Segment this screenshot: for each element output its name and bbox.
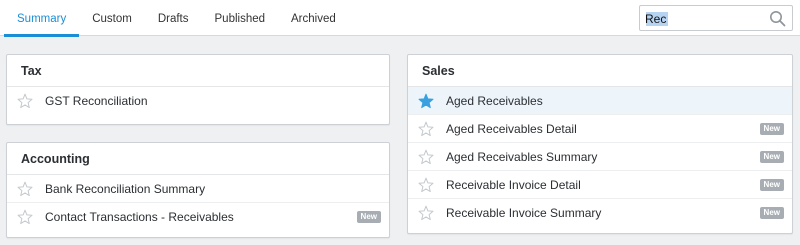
tab-published[interactable]: Published bbox=[202, 0, 279, 36]
report-link[interactable]: Bank Reconciliation Summary bbox=[45, 175, 205, 203]
report-link[interactable]: Aged Receivables Summary bbox=[446, 143, 597, 171]
panel-title: Accounting bbox=[7, 143, 389, 175]
new-badge: New bbox=[759, 179, 784, 191]
new-badge: New bbox=[759, 123, 784, 135]
tax-panel: Tax GST Reconciliation bbox=[6, 54, 390, 125]
report-link[interactable]: Contact Transactions - Receivables bbox=[45, 203, 234, 231]
report-row[interactable]: GST Reconciliation bbox=[7, 87, 389, 115]
star-outline-icon[interactable] bbox=[418, 121, 434, 137]
search-input[interactable] bbox=[645, 10, 765, 27]
top-tab-bar: Summary Custom Drafts Published Archived bbox=[0, 0, 800, 37]
tab-summary[interactable]: Summary bbox=[0, 0, 80, 37]
star-outline-icon[interactable] bbox=[418, 205, 434, 221]
new-badge: New bbox=[759, 207, 784, 219]
tab-custom[interactable]: Custom bbox=[79, 0, 145, 36]
report-link[interactable]: Receivable Invoice Summary bbox=[446, 199, 601, 227]
tab-drafts[interactable]: Drafts bbox=[145, 0, 202, 36]
report-row[interactable]: Aged Receivables Summary New bbox=[408, 143, 792, 171]
report-link[interactable]: GST Reconciliation bbox=[45, 87, 148, 115]
report-row[interactable]: Aged Receivables bbox=[408, 87, 792, 115]
star-outline-icon[interactable] bbox=[17, 181, 33, 197]
accounting-panel: Accounting Bank Reconciliation Summary Co… bbox=[6, 142, 390, 238]
star-outline-icon[interactable] bbox=[418, 177, 434, 193]
search-box bbox=[639, 5, 793, 31]
report-row[interactable]: Aged Receivables Detail New bbox=[408, 115, 792, 143]
report-row[interactable]: Receivable Invoice Detail New bbox=[408, 171, 792, 199]
new-badge: New bbox=[759, 151, 784, 163]
report-link[interactable]: Aged Receivables Detail bbox=[446, 115, 577, 143]
star-outline-icon[interactable] bbox=[17, 93, 33, 109]
magnifier-icon[interactable] bbox=[769, 10, 786, 27]
star-outline-icon[interactable] bbox=[17, 209, 33, 225]
report-link[interactable]: Receivable Invoice Detail bbox=[446, 171, 581, 199]
panel-title: Sales bbox=[408, 55, 792, 87]
tab-archived[interactable]: Archived bbox=[278, 0, 349, 36]
report-row[interactable]: Receivable Invoice Summary New bbox=[408, 199, 792, 227]
report-row[interactable]: Bank Reconciliation Summary bbox=[7, 175, 389, 203]
star-outline-icon[interactable] bbox=[418, 149, 434, 165]
star-filled-icon[interactable] bbox=[418, 93, 434, 109]
new-badge: New bbox=[356, 211, 381, 223]
sales-panel: Sales Aged Receivables Aged Receivables D… bbox=[407, 54, 793, 234]
report-link[interactable]: Aged Receivables bbox=[446, 87, 543, 115]
report-row[interactable]: Contact Transactions - Receivables New bbox=[7, 203, 389, 231]
panel-title: Tax bbox=[7, 55, 389, 87]
report-tabs: Summary Custom Drafts Published Archived bbox=[0, 0, 349, 37]
